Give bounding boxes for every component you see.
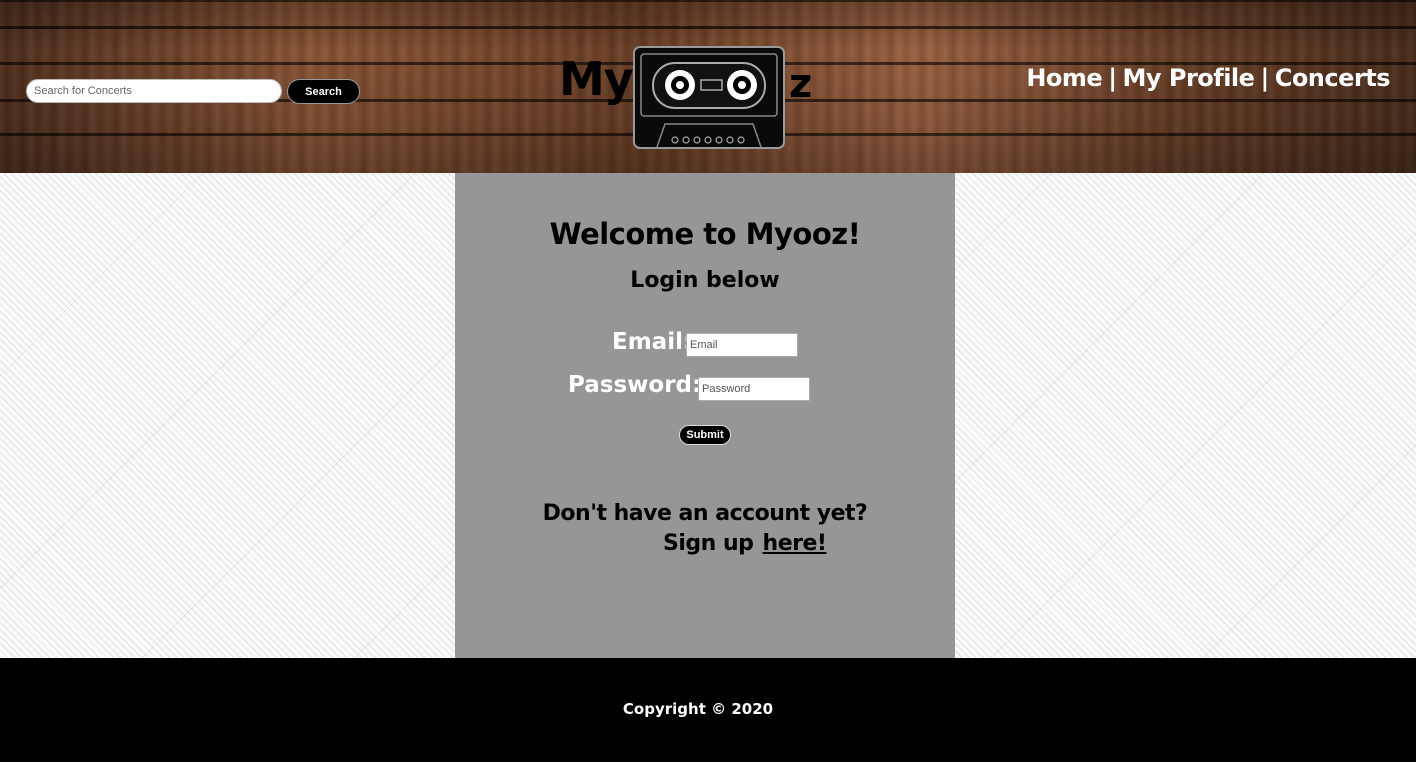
copyright-text: Copyright © 2020 xyxy=(622,700,774,718)
password-label: Password: xyxy=(568,372,702,398)
nav-home-link[interactable]: Home xyxy=(1026,64,1102,92)
signup-prompt: Sign up xyxy=(663,531,754,556)
nav-separator: | xyxy=(1108,64,1117,92)
search-button[interactable]: Search xyxy=(287,79,360,104)
site-logo[interactable]: My z xyxy=(557,46,817,150)
login-panel: Welcome to Myooz! Login below Email: Pas… xyxy=(455,173,955,658)
main-nav: Home | My Profile | Concerts xyxy=(1026,64,1390,92)
submit-button[interactable]: Submit xyxy=(679,425,731,445)
password-field[interactable] xyxy=(698,377,810,401)
email-field[interactable] xyxy=(686,333,798,357)
cassette-icon xyxy=(633,46,785,149)
main-content: Welcome to Myooz! Login below Email: Pas… xyxy=(0,173,1416,658)
site-footer: Copyright © 2020 xyxy=(0,658,1416,762)
login-subtitle: Login below xyxy=(630,268,780,293)
nav-concerts-link[interactable]: Concerts xyxy=(1275,64,1391,92)
search-input[interactable] xyxy=(26,79,282,103)
signup-link[interactable]: here! xyxy=(763,531,827,556)
logo-text-z: z xyxy=(789,61,812,107)
logo-text-my: My xyxy=(559,52,634,106)
page-title: Welcome to Myooz! xyxy=(549,217,861,251)
no-account-text: Don't have an account yet? xyxy=(542,501,868,526)
nav-my-profile-link[interactable]: My Profile xyxy=(1122,64,1254,92)
email-label: Email: xyxy=(612,329,693,355)
nav-separator: | xyxy=(1260,64,1269,92)
site-header: Search My z Home|My Profile|Concerts xyxy=(0,0,1416,173)
signup-line: Sign up here! xyxy=(663,531,827,556)
